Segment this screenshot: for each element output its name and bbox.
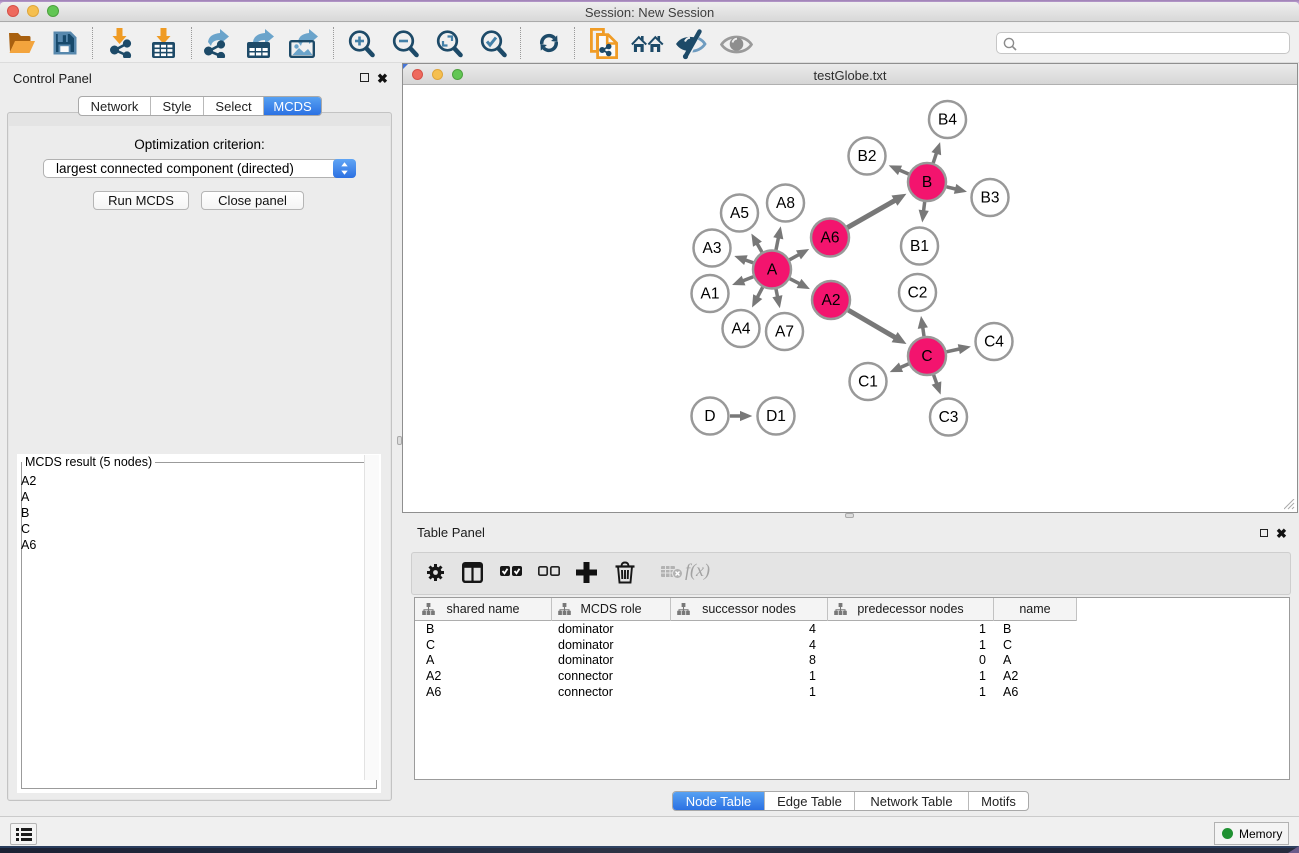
svg-text:A7: A7 (775, 324, 794, 341)
svg-text:B1: B1 (910, 238, 929, 255)
svg-text:C2: C2 (908, 285, 928, 302)
svg-text:B2: B2 (858, 148, 877, 165)
svg-text:A: A (767, 262, 778, 279)
svg-text:C3: C3 (939, 409, 959, 426)
svg-text:D1: D1 (766, 408, 786, 425)
svg-text:A1: A1 (701, 286, 720, 303)
svg-text:C4: C4 (984, 334, 1004, 351)
svg-text:C: C (921, 348, 932, 365)
svg-text:A3: A3 (703, 240, 722, 257)
svg-text:B: B (922, 174, 932, 191)
svg-text:B3: B3 (981, 190, 1000, 207)
svg-text:A5: A5 (730, 205, 749, 222)
svg-text:A4: A4 (732, 321, 751, 338)
svg-text:B4: B4 (938, 112, 957, 129)
svg-text:A6: A6 (821, 230, 840, 247)
svg-text:A2: A2 (822, 292, 841, 309)
svg-text:A8: A8 (776, 195, 795, 212)
svg-text:C1: C1 (858, 374, 878, 391)
svg-text:D: D (704, 408, 715, 425)
